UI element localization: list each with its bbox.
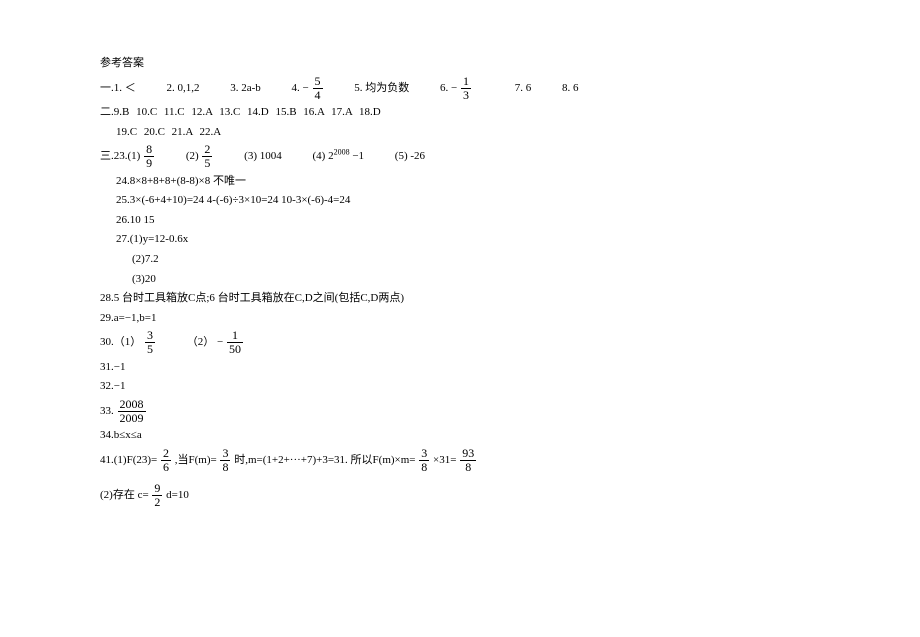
answer-27-3: (3)20: [100, 271, 920, 289]
answer-34: 34.b≤x≤a: [100, 427, 920, 445]
a41-mid2: 时,m=(1+2+···+7)+3=31. 所以F(m)×m=: [234, 454, 415, 466]
answer-27-2: (2)7.2: [100, 251, 920, 269]
title: 参考答案: [100, 55, 920, 73]
s3-a4rest: −1: [352, 150, 364, 162]
answer-41-2: (2)存在 c= 92 d=10: [100, 482, 920, 509]
answer-31: 31.−1: [100, 359, 920, 377]
section-2-line1: 二.9.B 10.C 11.C 12.A 13.C 14.D 15.B 16.A…: [100, 104, 920, 122]
a41-f4: 938: [460, 447, 476, 474]
s1-prefix: 一.1.: [100, 82, 122, 94]
answer-28: 28.5 台时工具箱放C点;6 台时工具箱放在C,D之间(包括C,D两点): [100, 290, 920, 308]
s1-a7p: 7.: [515, 82, 523, 94]
s1-a4neg: −: [303, 82, 309, 94]
s1-a1: ＜: [125, 82, 136, 94]
s1-a6-frac: 13: [461, 75, 471, 102]
a30-f1: 35: [145, 329, 155, 356]
a41-times: ×31=: [433, 454, 456, 466]
answer-32: 32.−1: [100, 378, 920, 396]
a30-f2: 150: [227, 329, 243, 356]
a30-p2: （2）: [187, 337, 215, 349]
s1-a6p: 6.: [440, 82, 448, 94]
s1-a5: 均为负数: [365, 82, 409, 94]
answer-25: 25.3×(-6+4+10)=24 4-(-6)÷3×10=24 10-3×(-…: [100, 192, 920, 210]
s1-a8: 6: [573, 82, 579, 94]
section-1: 一.1. ＜ 2. 0,1,2 3. 2a-b 4. − 54 5. 均为负数 …: [100, 75, 920, 102]
a41-f2: 38: [220, 447, 230, 474]
a30-neg: −: [217, 337, 223, 349]
a33-frac: 20082009: [118, 398, 146, 425]
s1-a4p: 4.: [292, 82, 300, 94]
s3-p4: (4): [312, 150, 325, 162]
s1-a3p: 3.: [230, 82, 238, 94]
s3-a4exp: 2008: [334, 148, 350, 157]
s1-a4-frac: 54: [313, 75, 323, 102]
s3-p5: (5): [395, 150, 408, 162]
s1-a5p: 5.: [354, 82, 362, 94]
a41-2-suffix: d=10: [166, 489, 189, 501]
answer-29: 29.a=−1,b=1: [100, 310, 920, 328]
a41-f1: 26: [161, 447, 171, 474]
a41-2-prefix: (2)存在 c=: [100, 489, 149, 501]
s1-a2: 0,1,2: [178, 82, 200, 94]
a41-f3: 38: [419, 447, 429, 474]
s3-p3: (3): [244, 150, 257, 162]
answer-33: 33. 20082009: [100, 398, 920, 425]
a33-prefix: 33.: [100, 405, 114, 417]
answer-41-1: 41.(1)F(23)= 26 ,当F(m)= 38 时,m=(1+2+···+…: [100, 447, 920, 474]
s1-a2p: 2.: [167, 82, 175, 94]
answer-27-1: 27.(1)y=12-0.6x: [100, 231, 920, 249]
s3-prefix: 三.23.(1): [100, 150, 140, 162]
s3-f1: 89: [144, 143, 154, 170]
s1-a8p: 8.: [562, 82, 570, 94]
s1-a7: 6: [526, 82, 532, 94]
answer-26: 26.10 15: [100, 212, 920, 230]
s3-f2: 25: [202, 143, 212, 170]
a30-prefix: 30.（1）: [100, 337, 141, 349]
s3-a3: 1004: [260, 150, 282, 162]
a41-prefix: 41.(1)F(23)=: [100, 454, 157, 466]
section-2-line2: 19.C 20.C 21.A 22.A: [100, 124, 920, 142]
section-3-q23: 三.23.(1) 89 (2) 25 (3) 1004 (4) 22008 −1…: [100, 143, 920, 170]
s3-p2: (2): [186, 150, 199, 162]
answer-30: 30.（1） 35 （2） − 150: [100, 329, 920, 356]
answer-24: 24.8×8+8+8+(8-8)×8 不唯一: [100, 173, 920, 191]
s1-a3: 2a-b: [241, 82, 261, 94]
s1-a6neg: −: [451, 82, 457, 94]
s3-a5: -26: [410, 150, 425, 162]
a41-2-frac: 92: [152, 482, 162, 509]
a41-mid1: ,当F(m)=: [175, 454, 217, 466]
